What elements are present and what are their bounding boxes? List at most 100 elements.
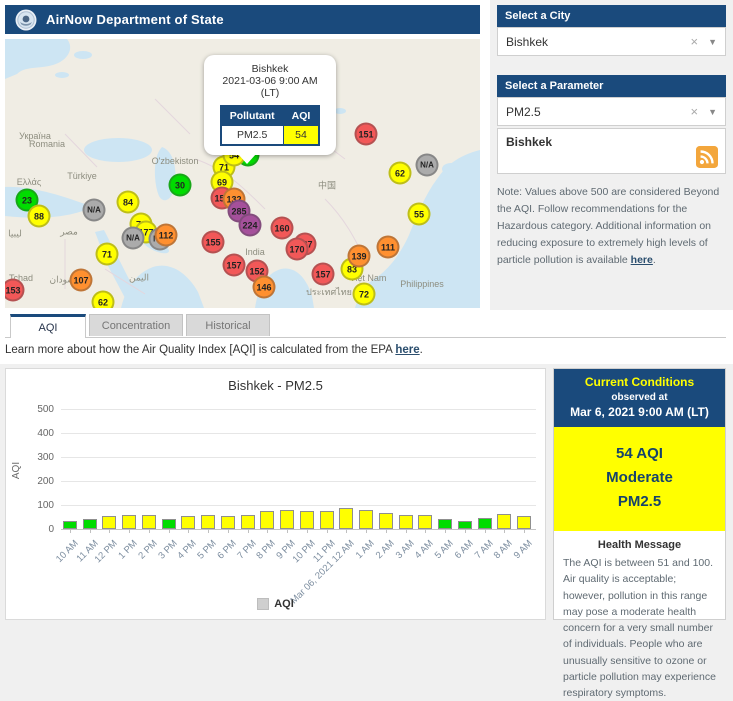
chart-y-tick-label: 100 (37, 500, 54, 511)
aqi-marker[interactable]: 107 (69, 268, 93, 292)
chart-bar[interactable] (102, 516, 117, 529)
city-select[interactable]: Bishkek × ▼ (497, 27, 726, 56)
aqi-marker[interactable]: 155 (201, 230, 225, 254)
chart-x-tick (425, 529, 427, 533)
parameter-panel-title: Select a Parameter (497, 75, 726, 97)
popup-pollutant-value: PM2.5 (220, 125, 284, 146)
aqi-marker[interactable]: 157 (222, 253, 246, 277)
page: AirNow Department of State Україна Roman… (0, 0, 733, 699)
map-country-label: Philippines (400, 279, 444, 289)
aqi-marker[interactable]: 71 (95, 242, 119, 266)
aqi-marker[interactable]: 84 (116, 190, 140, 214)
chart-x-tick (247, 529, 249, 533)
chart-gridline (61, 433, 536, 434)
tab-aqi[interactable]: AQI (10, 314, 86, 338)
chart-bar[interactable] (280, 510, 295, 529)
chart-x-tick-label: 6 AM (452, 538, 476, 562)
chart-gridline (61, 457, 536, 458)
epa-here-link[interactable]: here (395, 344, 419, 356)
chart-gridline (61, 409, 536, 410)
tab-concentration[interactable]: Concentration (89, 314, 183, 336)
map-country-label: Ελλάς (16, 177, 42, 187)
aqi-chart-panel: Bishkek - PM2.5 AQI 0 100 200 300 400 500 10 A… (5, 368, 546, 620)
chart-bar[interactable] (220, 516, 235, 529)
chart-bar[interactable] (339, 508, 354, 529)
map-country-label: O'zbekiston (151, 156, 199, 166)
feed-box: Bishkek (497, 128, 726, 174)
chart-x-tick-label: 3 PM (155, 538, 180, 562)
feed-city-label: Bishkek (506, 135, 553, 149)
chart-bar[interactable] (240, 515, 255, 529)
popup-col-pollutant: Pollutant (220, 105, 284, 126)
chart-bar[interactable] (319, 511, 334, 529)
chart-x-tick-label: 10 AM (53, 538, 81, 565)
map[interactable]: УкраїнаRomaniaΕλλάςTürkiyeO'zbekistonایر… (5, 39, 480, 308)
chart-bar[interactable] (82, 519, 97, 529)
chart-bar[interactable] (122, 515, 137, 529)
popup-col-aqi: AQI (282, 105, 320, 126)
aqi-marker[interactable]: 224 (238, 213, 262, 237)
chart-bar[interactable] (63, 521, 77, 529)
chart-bar[interactable] (477, 518, 492, 529)
aqi-marker[interactable]: 160 (270, 216, 294, 240)
chart-bar[interactable] (398, 515, 413, 529)
clear-icon[interactable]: × (690, 34, 698, 49)
aqi-marker[interactable]: 112 (154, 223, 178, 247)
chart-y-tick-label: 200 (37, 476, 54, 487)
aqi-marker[interactable]: N/A (82, 198, 106, 222)
chart-x-tick-label: 6 PM (215, 538, 239, 562)
chart-x-tick (188, 529, 190, 533)
chart-bar[interactable] (141, 515, 156, 529)
chart-y-tick-label: 0 (48, 524, 54, 535)
chart-x-tick (326, 529, 328, 533)
chart-bar[interactable] (378, 513, 393, 529)
popup-aqi-value: 54 (282, 125, 320, 146)
aqi-marker[interactable]: 30 (168, 173, 192, 197)
map-country-label: اليمن (128, 272, 150, 283)
map-country-label: مصر (60, 226, 78, 237)
chart-bar[interactable] (181, 516, 196, 529)
chart-x-tick (287, 529, 289, 533)
aqi-marker[interactable]: 170 (285, 237, 309, 261)
chart-x-tick (405, 529, 407, 533)
chart-bar[interactable] (359, 510, 374, 529)
legend-label: AQI (274, 598, 294, 610)
parameter-select[interactable]: PM2.5 × ▼ (497, 97, 726, 126)
chart-x-tick (168, 529, 170, 533)
city-select-panel: Select a City Bishkek × ▼ (497, 5, 726, 56)
aqi-note: Note: Values above 500 are considered Be… (497, 184, 721, 269)
aqi-marker[interactable]: 111 (376, 235, 400, 259)
chart-legend[interactable]: AQI (6, 598, 545, 610)
note-here-link[interactable]: here (631, 254, 653, 266)
tab-historical[interactable]: Historical (186, 314, 270, 336)
aqi-marker[interactable]: 62 (91, 290, 115, 308)
aqi-marker[interactable]: 55 (407, 202, 431, 226)
chevron-down-icon[interactable]: ▼ (708, 107, 717, 117)
popup-table: Pollutant AQI PM2.5 54 (219, 105, 321, 146)
chart-x-tick-label: 9 AM (511, 538, 535, 562)
aqi-marker[interactable]: 151 (354, 122, 378, 146)
chart-bar[interactable] (438, 519, 453, 529)
aqi-marker[interactable]: 146 (252, 275, 276, 299)
aqi-marker[interactable]: 88 (27, 204, 51, 228)
chart-bar[interactable] (418, 515, 433, 529)
chart-x-tick (267, 529, 269, 533)
aqi-marker[interactable]: 72 (352, 282, 376, 306)
aqi-marker[interactable]: N/A (415, 153, 439, 177)
chevron-down-icon[interactable]: ▼ (708, 37, 717, 47)
chart-bar[interactable] (457, 521, 472, 529)
aqi-marker[interactable]: 139 (347, 244, 371, 268)
aqi-marker[interactable]: 62 (388, 161, 412, 185)
chart-bar[interactable] (201, 515, 216, 529)
chart-bar[interactable] (497, 514, 512, 529)
chart-bar[interactable] (517, 516, 532, 529)
chart-bar[interactable] (260, 511, 275, 529)
rss-icon[interactable] (696, 146, 718, 168)
aqi-marker[interactable]: 157 (311, 262, 335, 286)
chart-x-tick-label: 4 AM (412, 538, 437, 562)
chart-bar[interactable] (299, 511, 314, 529)
clear-icon[interactable]: × (690, 104, 698, 119)
chart-bar[interactable] (161, 519, 176, 529)
aqi-marker[interactable]: N/A (121, 226, 145, 250)
chart-x-tick-label: 8 PM (254, 538, 279, 562)
